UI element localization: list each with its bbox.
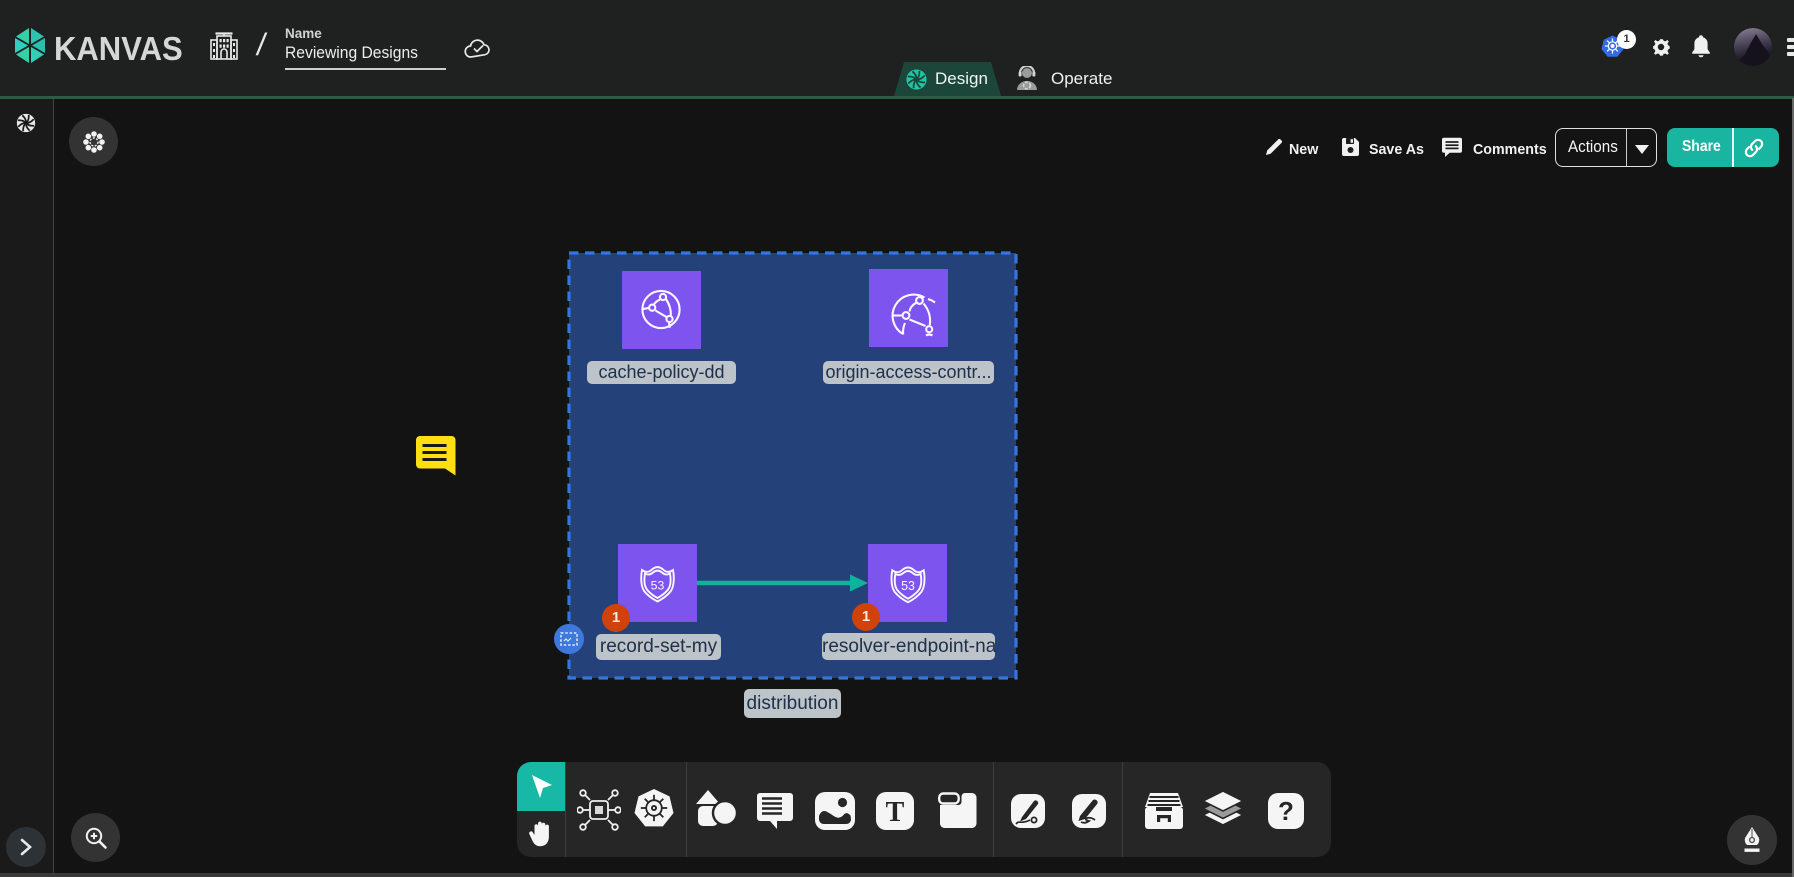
svg-text:53: 53 xyxy=(651,579,665,593)
svg-text:T: T xyxy=(886,797,905,828)
svg-text:53: 53 xyxy=(901,579,915,593)
svg-text:?: ? xyxy=(1278,796,1294,826)
